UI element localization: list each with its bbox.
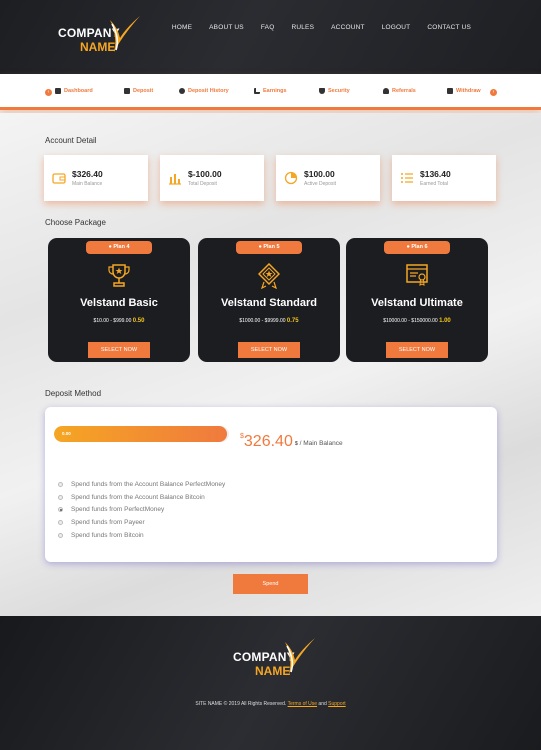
deposit-option[interactable]: Spend funds from the Account Balance Bit… xyxy=(58,491,225,504)
account-subnav: ‹ Dashboard Deposit Deposit History Earn… xyxy=(0,74,541,110)
plan-badge: ● Plan 6 xyxy=(384,241,450,254)
stat-card-main-balance: $326.40 Main Balance xyxy=(44,155,148,201)
account-detail-title: Account Detail xyxy=(45,136,97,145)
wallet-icon xyxy=(447,88,453,94)
stat-value: $100.00 xyxy=(304,169,335,179)
site-header: COMPANY NAME HOME ABOUT US FAQ RULES ACC… xyxy=(0,0,541,74)
progress-label: 0.00 xyxy=(62,431,71,436)
progress-bar: 0.00 xyxy=(54,426,229,442)
stat-value: $326.40 xyxy=(72,169,103,179)
support-link[interactable]: Support xyxy=(328,701,346,707)
nav-contact-us[interactable]: CONTACT US xyxy=(427,24,471,31)
dashboard-icon xyxy=(55,88,61,94)
deposit-method-panel: 0.00 $326.40 $ / Main Balance Spend fund… xyxy=(45,407,497,562)
subnav-item-dashboard[interactable]: Dashboard xyxy=(55,88,93,94)
stat-label: Active Deposit xyxy=(304,181,336,187)
package-name: Velstand Ultimate xyxy=(371,297,463,309)
package-range: $10000.00 - $150000.00 1.00 xyxy=(383,318,451,324)
plan-badge: ● Plan 4 xyxy=(86,241,152,254)
deposit-option[interactable]: Spend funds from PerfectMoney xyxy=(58,503,225,516)
subnav-item-deposit-history[interactable]: Deposit History xyxy=(179,88,229,94)
package-range: $1000.00 - $9999.00 0.75 xyxy=(239,318,299,324)
stat-value: $136.40 xyxy=(420,169,451,179)
shield-icon xyxy=(319,88,325,94)
radio-button[interactable] xyxy=(58,519,63,525)
radio-button[interactable] xyxy=(58,507,63,513)
subnav-item-security[interactable]: Security xyxy=(319,88,350,94)
deposit-options: Spend funds from the Account Balance Per… xyxy=(58,478,225,541)
certificate-icon xyxy=(406,264,428,286)
terms-link[interactable]: Terms of Use xyxy=(288,701,317,707)
stat-label: Earned Total xyxy=(420,181,448,187)
radio-button[interactable] xyxy=(58,532,63,538)
package-card-basic: ● Plan 4 Velstand Basic $10.00 - $999.00… xyxy=(48,238,190,362)
nav-about-us[interactable]: ABOUT US xyxy=(209,24,244,31)
balance-unit: $ / Main Balance xyxy=(295,440,343,447)
radio-button[interactable] xyxy=(58,494,63,500)
chevron-right-icon[interactable]: › xyxy=(490,89,497,96)
subnav-item-earnings[interactable]: Earnings xyxy=(254,88,287,94)
radio-button[interactable] xyxy=(58,481,63,487)
package-name: Velstand Standard xyxy=(221,297,317,309)
company-logo[interactable]: COMPANY NAME xyxy=(58,14,148,58)
pie-chart-icon xyxy=(284,171,298,185)
bar-chart-icon xyxy=(169,174,181,185)
users-icon xyxy=(383,88,389,94)
package-card-ultimate: ● Plan 6 Velstand Ultimate $10000.00 - $… xyxy=(346,238,488,362)
stat-label: Main Balance xyxy=(72,181,103,187)
deposit-option[interactable]: Spend funds from Bitcoin xyxy=(58,529,225,542)
nav-home[interactable]: HOME xyxy=(172,24,192,31)
wallet-icon xyxy=(52,173,66,184)
stat-card-earned-total: $136.40 Earned Total xyxy=(392,155,496,201)
main-nav: HOME ABOUT US FAQ RULES ACCOUNT LOGOUT C… xyxy=(155,24,471,31)
stat-card-total-deposit: $-100.00 Total Deposit xyxy=(160,155,264,201)
progress-fill xyxy=(54,426,227,442)
balance-amount: $326.40 xyxy=(240,433,293,450)
list-icon xyxy=(401,173,413,183)
footer-logo[interactable]: COMPANY NAME xyxy=(233,636,323,680)
stat-label: Total Deposit xyxy=(188,181,217,187)
site-footer: COMPANY NAME SITE NAME © 2019 All Rights… xyxy=(0,616,541,750)
earnings-icon xyxy=(254,88,260,94)
stat-value: $-100.00 xyxy=(188,169,222,179)
trophy-icon xyxy=(108,264,130,287)
deposit-icon xyxy=(124,88,130,94)
nav-logout[interactable]: LOGOUT xyxy=(382,24,411,31)
package-range: $10.00 - $999.00 0.50 xyxy=(93,318,145,324)
select-now-button[interactable]: SELECT NOW xyxy=(88,342,150,358)
logo-mark-icon xyxy=(285,638,315,674)
select-now-button[interactable]: SELECT NOW xyxy=(238,342,300,358)
deposit-option[interactable]: Spend funds from Payeer xyxy=(58,516,225,529)
select-now-button[interactable]: SELECT NOW xyxy=(386,342,448,358)
nav-rules[interactable]: RULES xyxy=(291,24,314,31)
spend-button[interactable]: Spend xyxy=(233,574,308,594)
deposit-method-title: Deposit Method xyxy=(45,389,102,398)
nav-account[interactable]: ACCOUNT xyxy=(331,24,365,31)
history-icon xyxy=(179,88,185,94)
subnav-item-referrals[interactable]: Referrals xyxy=(383,88,416,94)
subnav-item-deposit[interactable]: Deposit xyxy=(124,88,153,94)
logo-mark-icon xyxy=(110,16,140,52)
package-card-standard: ● Plan 5 Velstand Standard $1000.00 - $9… xyxy=(198,238,340,362)
chevron-left-icon[interactable]: ‹ xyxy=(45,89,52,96)
choose-package-title: Choose Package xyxy=(45,218,106,227)
copyright-text: SITE NAME © 2019 All Rights Reserved. Te… xyxy=(195,701,346,707)
stat-card-active-deposit: $100.00 Active Deposit xyxy=(276,155,380,201)
plan-badge: ● Plan 5 xyxy=(236,241,302,254)
subnav-item-withdraw[interactable]: Withdraw xyxy=(447,88,481,94)
nav-faq[interactable]: FAQ xyxy=(261,24,275,31)
deposit-option[interactable]: Spend funds from the Account Balance Per… xyxy=(58,478,225,491)
badge-star-icon xyxy=(258,263,280,289)
package-name: Velstand Basic xyxy=(80,297,158,309)
